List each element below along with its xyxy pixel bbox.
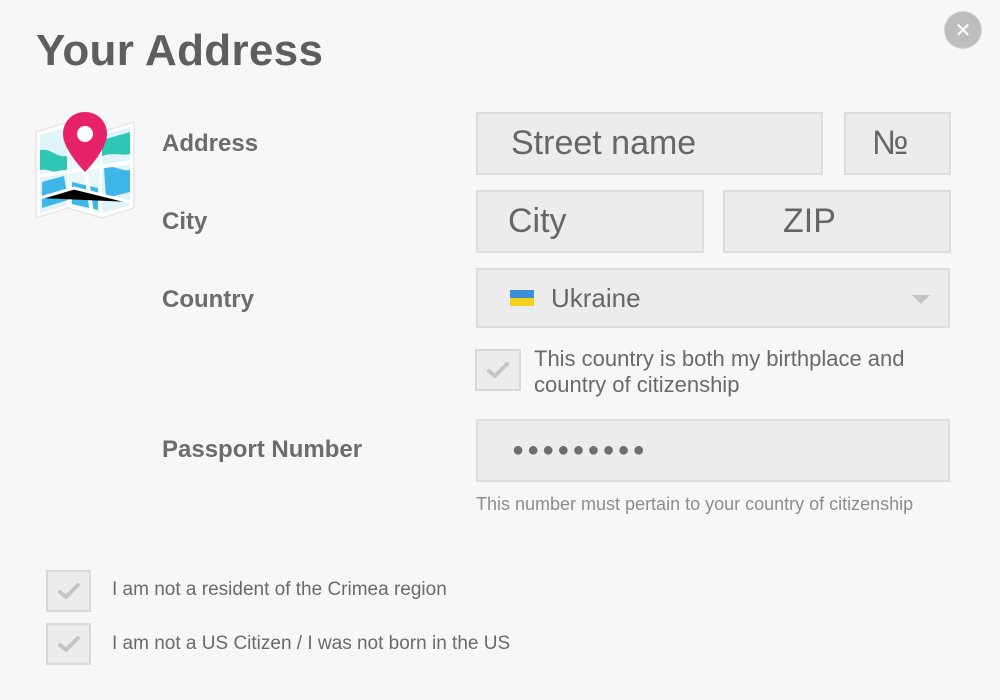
city-input[interactable]: City <box>476 190 704 253</box>
country-select[interactable]: Ukraine <box>476 268 950 328</box>
chevron-down-icon <box>912 295 930 304</box>
ukraine-flag-icon <box>510 290 534 306</box>
crimea-confirmation-label: I am not a resident of the Crimea region <box>112 579 447 600</box>
city-placeholder: City <box>508 202 567 240</box>
city-label: City <box>162 208 208 235</box>
passport-hint: This number must pertain to your country… <box>476 494 914 514</box>
street-name-input[interactable]: Street name <box>476 112 823 175</box>
us-citizen-confirmation-checkbox[interactable] <box>46 623 91 665</box>
passport-number-value: ●●●●●●●●● <box>512 439 648 461</box>
house-number-placeholder: № <box>872 124 909 162</box>
map-pin-icon <box>35 112 135 220</box>
crimea-confirmation-checkbox[interactable] <box>46 570 91 612</box>
birthplace-checkbox[interactable] <box>475 349 521 391</box>
checkmark-icon <box>487 362 509 378</box>
zip-placeholder: ZIP <box>783 202 836 240</box>
birthplace-checkbox-label: This country is both my birthplace and c… <box>534 346 905 397</box>
address-label: Address <box>162 130 259 157</box>
checkmark-icon <box>57 583 80 599</box>
street-name-placeholder: Street name <box>511 124 697 162</box>
country-selected-value: Ukraine <box>551 282 641 313</box>
close-icon: ✕ <box>954 19 972 42</box>
page-title: Your Address <box>36 26 324 75</box>
house-number-input[interactable]: № <box>844 112 951 175</box>
passport-number-input[interactable]: ●●●●●●●●● <box>476 419 950 482</box>
passport-label: Passport Number <box>162 436 363 463</box>
close-button[interactable]: ✕ <box>945 12 981 48</box>
checkmark-icon <box>57 636 80 652</box>
country-label: Country <box>162 286 254 313</box>
zip-input[interactable]: ZIP <box>723 190 951 253</box>
us-citizen-confirmation-label: I am not a US Citizen / I was not born i… <box>112 633 511 654</box>
